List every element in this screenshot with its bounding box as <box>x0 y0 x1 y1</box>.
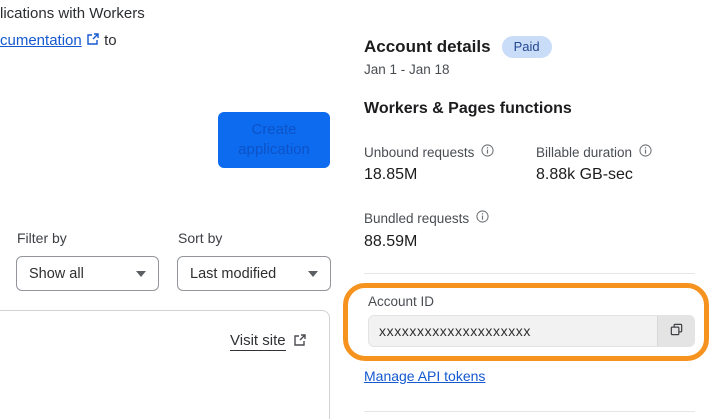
create-application-button[interactable]: Create application <box>218 112 330 168</box>
filter-dropdown[interactable]: Show all <box>16 256 159 291</box>
filter-by-label: Filter by <box>17 230 67 246</box>
project-card <box>0 310 330 419</box>
sort-by-label: Sort by <box>178 230 223 246</box>
copy-account-id-button[interactable] <box>657 316 694 346</box>
intro-line-2: cumentation to <box>0 27 145 55</box>
divider <box>364 273 695 274</box>
account-id-input[interactable] <box>369 316 657 346</box>
external-link-icon <box>86 28 100 55</box>
account-id-field-group <box>368 315 695 347</box>
stat-label-text: Unbound requests <box>364 144 475 160</box>
sort-dropdown-value: Last modified <box>190 265 277 282</box>
workers-intro-text: lications with Workers cumentation to <box>0 0 145 55</box>
sort-dropdown[interactable]: Last modified <box>177 256 331 291</box>
account-details-title: Account details <box>364 37 491 56</box>
paid-plan-badge: Paid <box>501 36 552 58</box>
documentation-link[interactable]: cumentation <box>0 32 82 49</box>
chevron-down-icon <box>308 270 318 277</box>
intro-line1-text: lications with Workers <box>0 5 145 22</box>
manage-api-tokens-link[interactable]: Manage API tokens <box>364 368 485 384</box>
account-details-header: Account details Paid <box>364 36 552 58</box>
info-icon[interactable] <box>476 210 489 226</box>
intro-line-1: lications with Workers <box>0 0 145 27</box>
external-link-icon <box>293 333 307 351</box>
bundled-requests-label: Bundled requests <box>364 210 489 226</box>
account-id-label: Account ID <box>368 294 435 309</box>
billing-date-range: Jan 1 - Jan 18 <box>364 62 450 77</box>
visit-site-link[interactable]: Visit site <box>230 332 307 351</box>
unbound-requests-label: Unbound requests <box>364 144 494 160</box>
chevron-down-icon <box>136 270 146 277</box>
bundled-requests-value: 88.59M <box>364 233 418 250</box>
visit-site-label: Visit site <box>230 332 286 351</box>
info-icon[interactable] <box>481 144 494 160</box>
divider <box>364 411 695 412</box>
copy-icon <box>669 322 684 340</box>
workers-pages-functions-title: Workers & Pages functions <box>364 100 572 117</box>
billable-duration-label: Billable duration <box>536 144 652 160</box>
info-icon[interactable] <box>639 144 652 160</box>
intro-suffix-text: to <box>104 32 117 49</box>
filter-dropdown-value: Show all <box>29 265 84 282</box>
unbound-requests-value: 18.85M <box>364 166 418 183</box>
billable-duration-value: 8.88k GB-sec <box>536 166 633 183</box>
stat-label-text: Bundled requests <box>364 210 470 226</box>
stat-label-text: Billable duration <box>536 144 633 160</box>
